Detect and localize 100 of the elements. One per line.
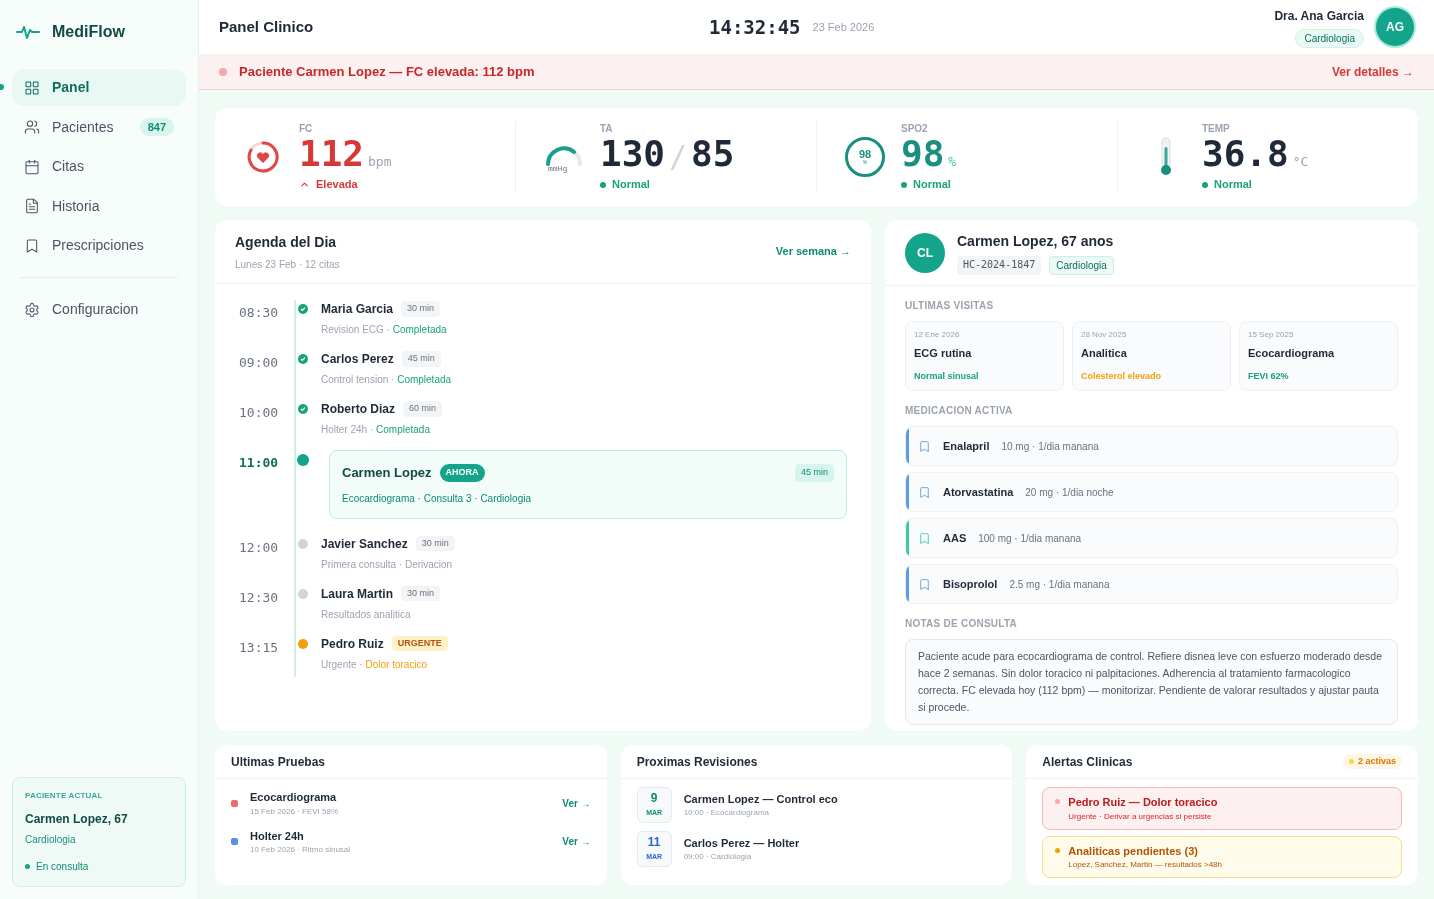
specialty-badge: Cardiologia [1049, 255, 1114, 275]
duration-badge: 45 min [401, 351, 441, 367]
review-meta: 10:00 · Ecocardiograma [683, 807, 771, 820]
patient-name: Maria Garcia [321, 301, 394, 318]
vital-label: FC [299, 122, 314, 137]
week-link[interactable]: Ver semana → [775, 243, 851, 260]
appointment-detail: Resultados analitica [321, 607, 412, 622]
nav-item[interactable]: Citas [12, 148, 186, 186]
medication-name: Enalapril [943, 438, 990, 454]
review-meta: 09:00 · Cardiologia [683, 851, 753, 864]
view-link[interactable]: Ver → [562, 834, 591, 850]
bookmark-icon [24, 237, 40, 254]
now-badge: AHORA [439, 464, 485, 482]
settings-icon [24, 301, 40, 318]
medication-dose: 100 mg · 1/dia manana [978, 531, 1082, 546]
alert-message: Paciente Carmen Lopez — FC elevada: 112 bpm [239, 62, 536, 81]
visit-card[interactable]: 12 Ene 2026 ECG rutina Normal sinusal [905, 321, 1064, 391]
bookmark-icon [918, 531, 931, 545]
value-separator: / [669, 142, 688, 173]
medication-dose: 10 mg · 1/dia manana [1001, 439, 1099, 454]
alert-title: Analiticas pendientes (3) [1068, 843, 1199, 859]
visit-card[interactable]: 28 Nov 2025 Analitica Colesterol elevado [1072, 321, 1231, 391]
visit-card[interactable]: 15 Sep 2025 Ecocardiograma FEVI 62% [1239, 321, 1398, 391]
current-date: 23 Feb 2026 [812, 19, 875, 35]
nav-item[interactable]: Historia [12, 187, 186, 225]
clock: 14:32:45 [709, 14, 801, 40]
visit-result: FEVI 62% [1248, 369, 1289, 383]
nav-item[interactable]: Configuracion [12, 291, 186, 329]
view-link[interactable]: Ver → [562, 795, 591, 811]
medication-row[interactable]: Bisoprolol 2.5 mg · 1/dia manana [905, 564, 1398, 604]
vital-status: Normal [1214, 177, 1252, 193]
patient-avatar: CL [905, 232, 945, 273]
vital-unit: °C [1292, 155, 1309, 169]
patient-name: Laura Martin [321, 585, 393, 603]
patient-name: Roberto Diaz [321, 401, 395, 418]
nav-item[interactable]: Panel [12, 69, 186, 106]
vital-label: TA [600, 122, 614, 137]
test-name: Ecocardiograma [250, 790, 338, 805]
appointment-detail: Holter 24h · Completada [321, 423, 431, 437]
review-title: Carmen Lopez — Control eco [683, 791, 838, 807]
vital-status: Normal [612, 177, 650, 193]
visit-title: Analitica [1081, 346, 1128, 361]
vital-status: Normal [913, 177, 951, 193]
appointment-time: 08:30 [239, 304, 280, 322]
alert-detail: Urgente · Derivar a urgencias si persiste [1068, 810, 1213, 823]
appointment-time: 12:00 [239, 538, 280, 557]
vital-value: 112 [299, 136, 365, 173]
appointment-time: 11:00 [239, 454, 280, 472]
details-link[interactable]: Ver detalles → [1331, 62, 1414, 81]
visit-result: Colesterol elevado [1081, 369, 1162, 383]
consult-status: En consulta [25, 859, 173, 874]
vital-value: 36.8 [1202, 136, 1289, 173]
appointment-time: 09:00 [239, 354, 280, 372]
visit-title: Ecocardiograma [1248, 346, 1336, 361]
urgent-badge: URGENTE [391, 635, 448, 652]
card-title: Agenda del Dia [235, 232, 338, 252]
page-title: Panel Clinico [219, 16, 315, 37]
card-title: Alertas Clinicas [1042, 753, 1134, 771]
grid-icon [24, 79, 40, 96]
medication-row[interactable]: Enalapril 10 mg · 1/dia manana [905, 426, 1398, 466]
alert-detail: Lopez, Sanchez, Martin — resultados >48h [1068, 859, 1222, 871]
card-title: Proximas Revisiones [636, 753, 758, 771]
visit-date: 28 Nov 2025 [1081, 329, 1128, 341]
alert-item[interactable]: Pedro Ruiz — Dolor toracico Urgente · Derivar a urgencias si persiste [1042, 787, 1402, 830]
nav-item[interactable]: Prescripciones [12, 227, 186, 265]
appointment-time: 13:15 [239, 638, 280, 657]
medication-row[interactable]: Atorvastatina 20 mg · 1/dia noche [905, 472, 1398, 512]
alert-item[interactable]: Analiticas pendientes (3) Lopez, Sanchez, Martin — resultados >48h [1042, 835, 1402, 878]
alert-title: Pedro Ruiz — Dolor toracico [1068, 795, 1218, 810]
users-icon [24, 119, 40, 136]
section-title: MEDICACION ACTIVA [905, 404, 1014, 418]
medication-dose: 20 mg · 1/dia noche [1025, 485, 1114, 500]
card-title: Ultimas Pruebas [231, 753, 326, 771]
vital-value: 85 [691, 136, 735, 173]
heart-icon [246, 140, 280, 174]
medication-name: Atorvastatina [943, 484, 1014, 500]
medication-row[interactable]: AAS 100 mg · 1/dia manana [905, 518, 1398, 558]
bookmark-icon [918, 439, 931, 453]
appointment-detail: Primera consulta · Derivacion [321, 557, 454, 572]
vital-value: 130 [600, 136, 666, 173]
section-title: NOTAS DE CONSULTA [905, 617, 1019, 631]
nav-item[interactable]: Pacientes 847 [12, 108, 186, 146]
vital-label: SPO2 [901, 122, 929, 137]
patient-name: Pedro Ruiz [321, 635, 384, 653]
appointment-detail: Ecocardiograma · Consulta 3 · Cardiologia [342, 491, 532, 506]
document-icon [24, 198, 40, 215]
thermometer-icon [1159, 137, 1173, 177]
visit-result: Normal sinusal [914, 369, 979, 383]
test-meta: 10 Feb 2026 · Ritmo sinusal [250, 844, 352, 856]
specialty: Cardiologia [25, 833, 77, 847]
current-appointment-card[interactable]: Carmen Lopez AHORA 45 min Ecocardiograma · Consulta 3 · Cardiologia [329, 450, 847, 519]
vital-unit: % [948, 155, 957, 169]
test-meta: 15 Feb 2026 · FEVI 58% [250, 805, 340, 818]
duration-badge: 30 min [401, 585, 441, 602]
review-title: Carlos Perez — Holter [683, 835, 800, 851]
visit-title: ECG rutina [914, 346, 973, 361]
brand-name: MediFlow [52, 22, 125, 42]
user-name: Dra. Ana Garcia [1274, 7, 1364, 25]
vital-unit: bpm [368, 155, 392, 169]
section-title: ULTIMAS VISITAS [905, 299, 995, 313]
